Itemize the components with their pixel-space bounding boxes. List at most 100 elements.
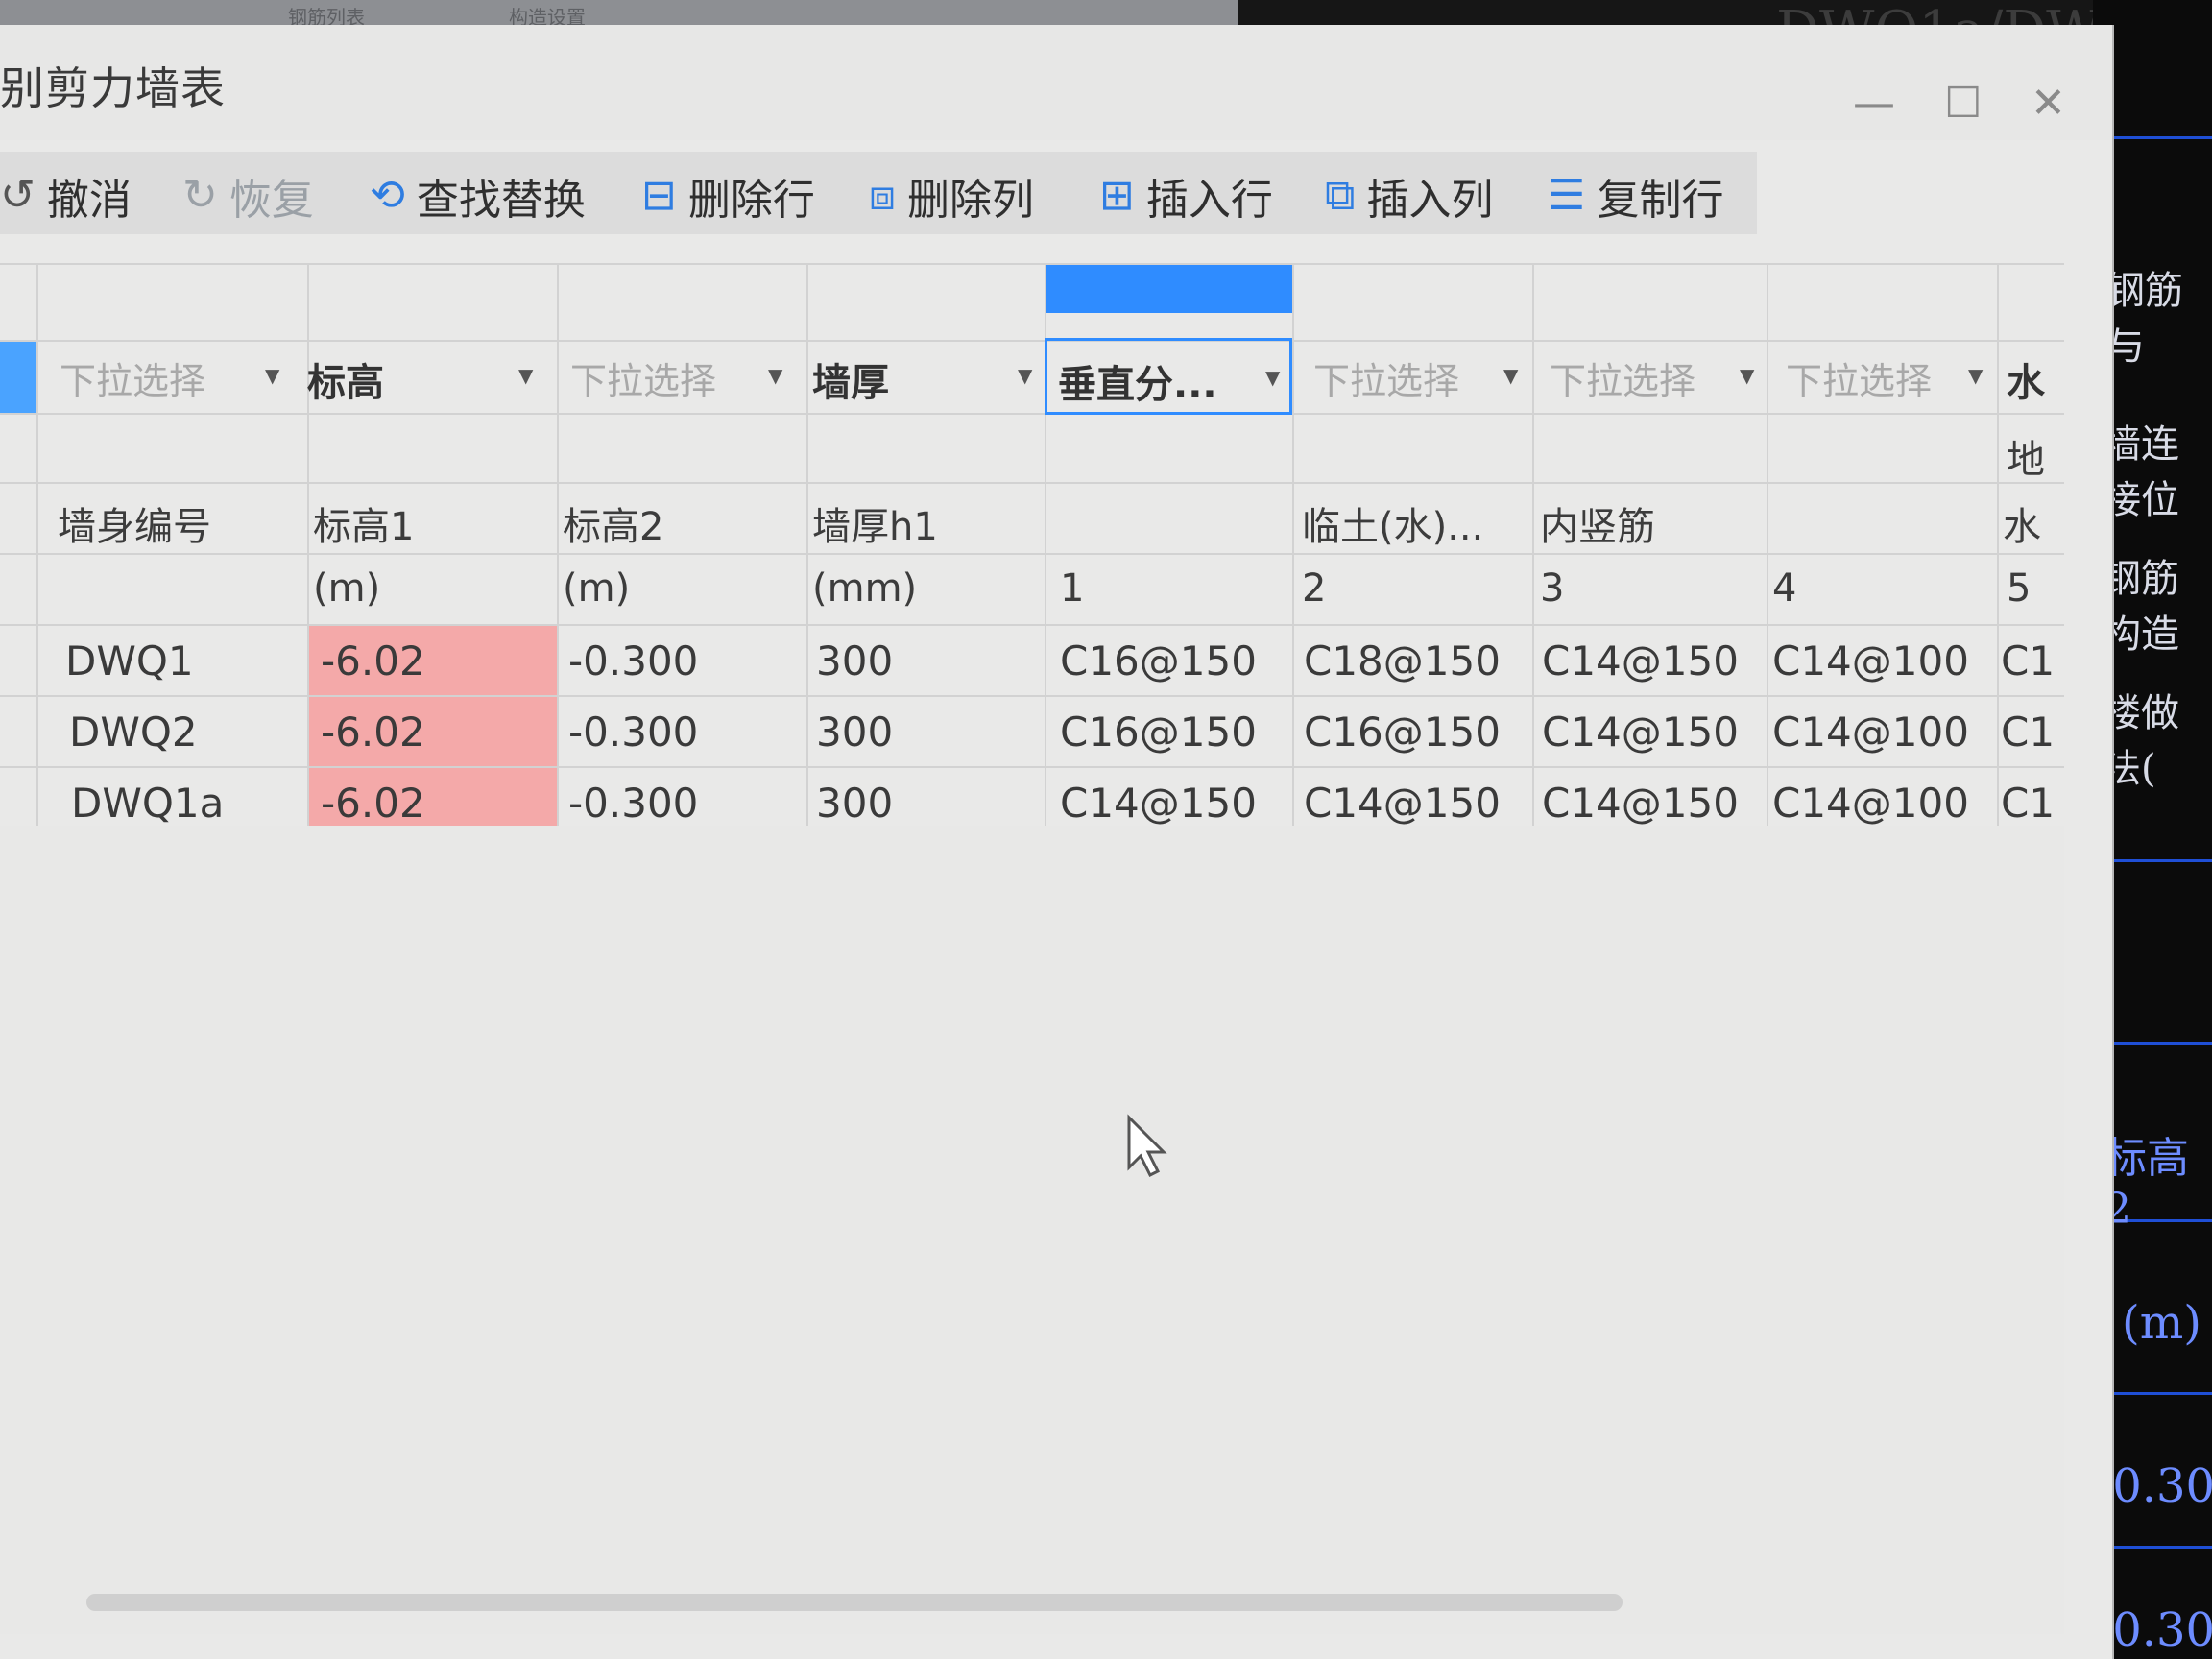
header-cell[interactable]: 临土(水)... — [1302, 495, 1532, 551]
delete-row-button[interactable]: ⊟ 删除行 — [641, 152, 815, 240]
grid-line — [36, 263, 38, 839]
thickness-cell[interactable]: 300 — [816, 709, 1037, 756]
insert-row-icon: ⊞ — [1099, 171, 1135, 220]
elevation2-cell[interactable]: -0.300 — [568, 709, 799, 756]
cad-side-text: 楼做法( — [2103, 691, 2179, 791]
thickness-cell[interactable]: 300 — [816, 637, 1037, 685]
maximize-icon[interactable]: ☐ — [1944, 83, 1982, 125]
rebar-cell[interactable]: C16@150 — [1304, 709, 1530, 756]
background-tab[interactable]: 钢筋列表 — [288, 2, 365, 29]
unit-cell[interactable]: 5 — [2007, 566, 2064, 611]
redo-button[interactable]: ↻ 恢复 — [182, 152, 314, 240]
unit-cell[interactable]: 3 — [1540, 566, 1767, 611]
chevron-down-icon[interactable]: ▼ — [768, 364, 782, 387]
chevron-down-icon[interactable]: ▼ — [265, 364, 279, 387]
rebar-cell[interactable]: C14@150 — [1542, 637, 1765, 685]
elevation2-cell[interactable]: -0.300 — [568, 637, 799, 685]
column-type-dropdown[interactable]: 下拉选择 — [570, 351, 762, 404]
rebar-cell[interactable]: C14@100 — [1772, 637, 1993, 685]
grid-line — [1997, 263, 1999, 839]
rebar-cell[interactable]: C16@150 — [1060, 637, 1290, 685]
elevation1-cell[interactable]: -6.02 — [321, 780, 551, 827]
column-type-dropdown[interactable]: 下拉选择 — [1313, 351, 1505, 404]
mouse-cursor-icon — [1127, 1114, 1167, 1178]
wall-id-cell[interactable]: DWQ1a — [71, 780, 311, 827]
rebar-table-grid: 下拉选择 ▼ 标高 ▼ 下拉选择 ▼ 墙厚 ▼ 垂直分... ▼ 下拉选择 ▼ … — [0, 234, 2064, 839]
column-type-dropdown[interactable]: 下拉选择 — [1786, 351, 1973, 404]
chevron-down-icon[interactable]: ▼ — [1265, 366, 1280, 389]
delete-row-icon: ⊟ — [641, 171, 677, 220]
header-cell[interactable]: 内竖筋 — [1540, 495, 1767, 551]
wall-id-cell[interactable]: DWQ2 — [69, 709, 309, 756]
minimize-icon[interactable]: — — [1853, 83, 1895, 125]
column-type-dropdown[interactable]: 标高 — [307, 351, 518, 407]
selected-column-header[interactable] — [1045, 265, 1292, 313]
header-cell[interactable]: 墙厚h1 — [812, 495, 1043, 551]
undo-button[interactable]: ↺ 撤消 — [0, 152, 132, 240]
rebar-cell[interactable]: C14@100 — [1772, 780, 1993, 827]
redo-icon: ↻ — [182, 171, 218, 220]
header-cell[interactable]: 标高1 — [313, 495, 553, 551]
rebar-cell[interactable]: C14@150 — [1060, 780, 1290, 827]
rebar-cell[interactable]: C14@100 — [1772, 709, 1993, 756]
unit-cell[interactable]: 1 — [1060, 566, 1290, 611]
unit-cell[interactable]: 2 — [1302, 566, 1532, 611]
insert-column-label: 插入列 — [1366, 176, 1494, 225]
chevron-down-icon[interactable]: ▼ — [1740, 364, 1754, 387]
insert-column-icon: ⧉ — [1325, 171, 1356, 220]
column-type-dropdown[interactable]: 垂直分... — [1058, 353, 1260, 409]
header-cell[interactable]: 标高2 — [563, 495, 803, 551]
undo-icon: ↺ — [0, 171, 36, 220]
row-indicator — [0, 340, 36, 413]
elevation2-cell[interactable]: -0.300 — [568, 780, 799, 827]
delete-column-button[interactable]: ⧈ 删除列 — [869, 152, 1034, 240]
chevron-down-icon[interactable]: ▼ — [1503, 364, 1518, 387]
column-type-dropdown[interactable]: 下拉选择 — [60, 351, 271, 404]
rebar-cell[interactable]: C14@150 — [1542, 709, 1765, 756]
copy-row-button[interactable]: ☰ 复制行 — [1548, 152, 1723, 240]
elevation1-cell[interactable]: -6.02 — [321, 637, 551, 685]
grid-cell[interactable]: 地 — [2007, 428, 2064, 484]
chevron-down-icon[interactable]: ▼ — [1018, 364, 1032, 387]
rebar-cell[interactable]: C16@150 — [1060, 709, 1290, 756]
redo-label: 恢复 — [228, 176, 314, 225]
wall-id-cell[interactable]: DWQ1 — [65, 637, 305, 685]
header-cell[interactable]: 墙身编号 — [58, 495, 298, 551]
column-type-dropdown[interactable]: 水 — [2007, 351, 2064, 407]
cad-side-text: 墙连接位 — [2103, 422, 2179, 522]
rebar-cell[interactable]: C1 — [2001, 709, 2064, 756]
cad-label-unit: (m) — [2122, 1296, 2201, 1350]
elevation1-cell[interactable]: -6.02 — [321, 709, 551, 756]
unit-cell[interactable]: 4 — [1772, 566, 1993, 611]
close-icon[interactable]: ✕ — [2031, 83, 2066, 125]
unit-cell[interactable]: (m) — [313, 566, 553, 611]
chevron-down-icon[interactable]: ▼ — [518, 364, 533, 387]
header-cell[interactable]: 水 — [2003, 495, 2064, 551]
insert-column-button[interactable]: ⧉ 插入列 — [1325, 152, 1493, 240]
insert-row-button[interactable]: ⊞ 插入行 — [1099, 152, 1273, 240]
chevron-down-icon[interactable]: ▼ — [1968, 364, 1983, 387]
grid-line — [0, 263, 2064, 265]
horizontal-scrollbar[interactable] — [86, 1594, 1623, 1611]
rebar-cell[interactable]: C14@150 — [1304, 780, 1530, 827]
find-replace-label: 查找替换 — [416, 176, 586, 225]
copy-row-icon: ☰ — [1548, 171, 1586, 220]
thickness-cell[interactable]: 300 — [816, 780, 1037, 827]
column-type-dropdown[interactable]: 下拉选择 — [1550, 351, 1742, 404]
cad-side-text: 钢筋与 — [2106, 269, 2183, 369]
background-cad-titlebar: DWQ1a/DWQ — [1238, 0, 2212, 62]
grid-line — [1767, 263, 1768, 839]
background-tab[interactable]: 构造设置 — [509, 2, 586, 29]
find-replace-button[interactable]: ⟲ 查找替换 — [370, 152, 586, 240]
unit-cell[interactable]: (m) — [563, 566, 803, 611]
rebar-cell[interactable]: C14@150 — [1542, 780, 1765, 827]
cad-value: -0.300 — [2097, 1459, 2212, 1513]
grid-line — [0, 624, 2064, 626]
rebar-cell[interactable]: C1 — [2001, 780, 2064, 827]
rebar-cell[interactable]: C18@150 — [1304, 637, 1530, 685]
dialog-title: 别剪力墙表 — [0, 62, 226, 114]
grid-line — [1292, 263, 1294, 839]
rebar-cell[interactable]: C1 — [2001, 637, 2064, 685]
unit-cell[interactable]: (mm) — [812, 566, 1043, 611]
column-type-dropdown[interactable]: 墙厚 — [812, 351, 1004, 407]
